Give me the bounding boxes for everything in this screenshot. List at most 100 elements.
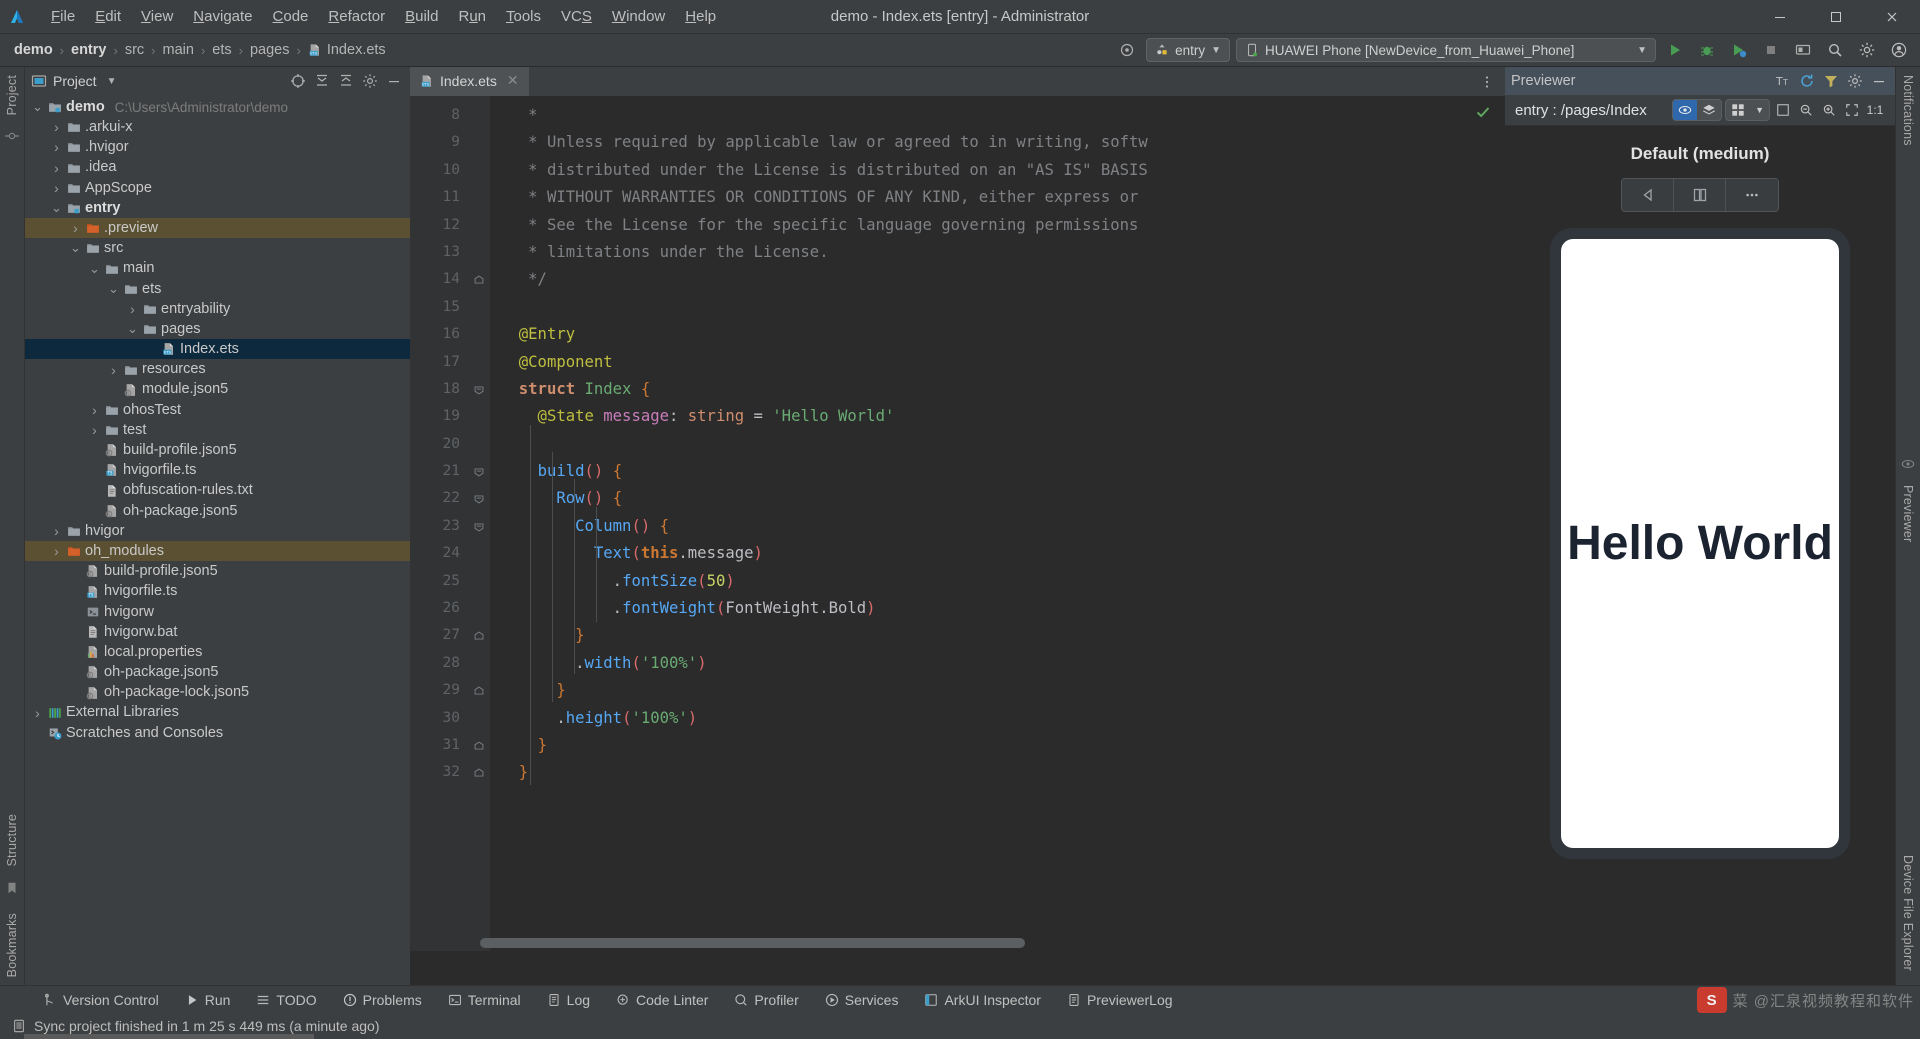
rotate-left-icon[interactable] (1622, 179, 1674, 211)
menu-navigate[interactable]: Navigate (184, 5, 261, 28)
chevron-right-icon[interactable]: › (50, 180, 63, 196)
target-icon[interactable] (1114, 37, 1140, 63)
fold-start-icon[interactable] (468, 458, 490, 485)
tree-node[interactable]: ⌄ main (25, 259, 410, 279)
fold-end-icon[interactable] (468, 677, 490, 704)
menu-code[interactable]: Code (264, 5, 318, 28)
sidebar-item-notifications[interactable]: Notifications (1897, 67, 1919, 154)
expand-all-icon[interactable] (312, 71, 332, 91)
bottom-tool-profiler[interactable]: Profiler (721, 990, 811, 1010)
tree-node[interactable]: › .preview (25, 218, 410, 239)
breadcrumb-file[interactable]: ETS Index.ets (304, 40, 390, 60)
close-icon[interactable]: ✕ (507, 72, 519, 89)
breadcrumb-item-3[interactable]: main (159, 40, 198, 60)
stop-button[interactable] (1758, 37, 1784, 63)
tree-node[interactable]: TS hvigorfile.ts (25, 460, 410, 480)
tree-node[interactable]: › .idea (25, 158, 410, 178)
tree-node[interactable]: › AppScope (25, 178, 410, 198)
actual-size-label[interactable]: 1:1 (1865, 100, 1885, 120)
line-number[interactable]: 24 (410, 540, 468, 567)
fullscreen-icon[interactable] (1842, 100, 1862, 120)
tree-node[interactable]: › resources (25, 359, 410, 379)
bottom-tool-previewerlog[interactable]: PreviewerLog (1054, 990, 1186, 1010)
code-line[interactable]: struct Index { (490, 376, 1505, 403)
line-number[interactable]: 15 (410, 294, 468, 321)
menu-help[interactable]: Help (676, 5, 725, 28)
line-number[interactable]: 19 (410, 403, 468, 430)
code-line[interactable]: */ (490, 266, 1505, 293)
line-number[interactable]: 30 (410, 705, 468, 732)
tree-node[interactable]: hvigorw (25, 602, 410, 622)
code-line[interactable] (490, 431, 1505, 458)
fold-icon[interactable] (1674, 179, 1726, 211)
chevron-right-icon[interactable]: › (88, 402, 101, 418)
chevron-right-icon[interactable]: › (50, 543, 63, 559)
line-number[interactable]: 20 (410, 431, 468, 458)
code-editor[interactable]: 8 9 10 11 12 13 14 15 16 17 18 19 20 21 22 23 24 25 26 27 28… (410, 96, 1505, 951)
chevron-down-icon[interactable]: ⌄ (107, 281, 120, 297)
eye-icon[interactable] (1901, 451, 1915, 477)
tree-node[interactable]: oh-package.json5 (25, 501, 410, 521)
settings-icon[interactable] (1854, 37, 1880, 63)
zoom-out-icon[interactable] (1796, 100, 1816, 120)
breadcrumb-item-2[interactable]: src (121, 40, 148, 60)
menu-build[interactable]: Build (396, 5, 447, 28)
tree-node[interactable]: Scratches and Consoles (25, 723, 410, 743)
chevron-right-icon[interactable]: › (50, 139, 63, 155)
bottom-tool-services[interactable]: Services (812, 990, 912, 1010)
breadcrumb-item-1[interactable]: entry (67, 40, 110, 60)
zoom-in-icon[interactable] (1819, 100, 1839, 120)
tree-node[interactable]: ⌄ ets (25, 279, 410, 299)
tree-node[interactable]: › External Libraries (25, 703, 410, 723)
chevron-right-icon[interactable]: › (88, 422, 101, 438)
device-manager-button[interactable] (1790, 37, 1816, 63)
fold-end-icon[interactable] (468, 266, 490, 293)
device-preview-screen[interactable]: Hello World (1561, 239, 1839, 848)
code-folding-gutter[interactable] (468, 96, 490, 951)
line-number[interactable]: 17 (410, 349, 468, 376)
tree-node[interactable]: › ohosTest (25, 400, 410, 420)
breadcrumb-item-0[interactable]: demo (10, 40, 57, 60)
tree-node[interactable]: obfuscation-rules.txt (25, 481, 410, 501)
tree-node[interactable]: › .arkui-x (25, 117, 410, 137)
bottom-tool-code-linter[interactable]: Code Linter (603, 990, 721, 1010)
chevron-down-icon[interactable]: ⌄ (50, 200, 63, 216)
fold-end-icon[interactable] (468, 732, 490, 759)
run-configuration-selector[interactable]: entry ▼ (1146, 38, 1230, 62)
code-line[interactable]: * limitations under the License. (490, 239, 1505, 266)
chevron-right-icon[interactable]: › (50, 160, 63, 176)
bottom-tool-version-control[interactable]: Version Control (30, 990, 172, 1010)
tree-node[interactable]: module.json5 (25, 380, 410, 400)
fold-end-icon[interactable] (468, 759, 490, 786)
bottom-tool-log[interactable]: Log (534, 990, 603, 1010)
line-number[interactable]: 29 (410, 677, 468, 704)
multi-device-group[interactable]: ▼ (1725, 99, 1770, 121)
more-icon[interactable] (1726, 179, 1778, 211)
minimize-button[interactable] (1752, 0, 1808, 34)
chevron-down-icon[interactable]: ⌄ (69, 240, 82, 256)
chevron-right-icon[interactable]: › (50, 523, 63, 539)
fold-start-icon[interactable] (468, 513, 490, 540)
tree-node[interactable]: ⌄ demo C:\Users\Administrator\demo (25, 97, 410, 117)
code-line[interactable] (490, 294, 1505, 321)
inspect-layers-group[interactable] (1672, 99, 1723, 121)
code-line[interactable]: Text(this.message) (490, 540, 1505, 567)
settings-icon[interactable] (360, 71, 380, 91)
code-content[interactable]: * * Unless required by applicable law or… (490, 96, 1505, 951)
code-line[interactable]: } (490, 732, 1505, 759)
menu-run[interactable]: Run (449, 5, 495, 28)
editor-tab-index-ets[interactable]: ETS Index.ets ✕ (410, 67, 529, 96)
chevron-down-icon[interactable]: ▼ (1750, 100, 1769, 120)
menu-window[interactable]: Window (603, 5, 674, 28)
code-line[interactable]: * (490, 102, 1505, 129)
chevron-down-icon[interactable]: ⌄ (88, 261, 101, 277)
code-line[interactable]: build() { (490, 458, 1505, 485)
search-everywhere-icon[interactable] (1822, 37, 1848, 63)
menu-refactor[interactable]: Refactor (319, 5, 394, 28)
bottom-tool-todo[interactable]: TODO (243, 990, 329, 1010)
collapse-all-icon[interactable] (336, 71, 356, 91)
tree-node[interactable]: build-profile.json5 (25, 440, 410, 460)
chevron-right-icon[interactable]: › (126, 301, 139, 317)
minimize-icon[interactable] (1869, 71, 1889, 91)
code-line[interactable]: } (490, 622, 1505, 649)
